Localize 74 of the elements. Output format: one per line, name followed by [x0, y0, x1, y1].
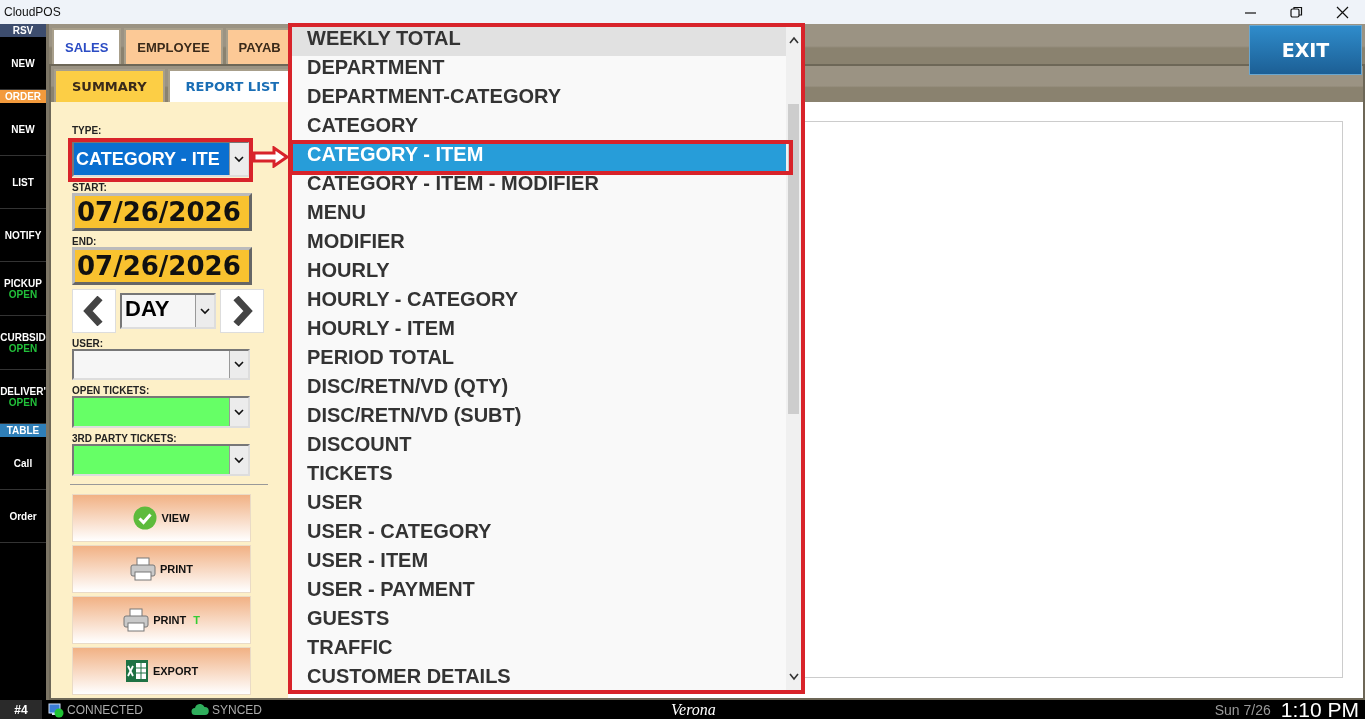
sidebar-button[interactable]: PICKUP OPEN — [0, 277, 46, 300]
sidebar-button[interactable]: DELIVER' OPEN — [0, 385, 46, 408]
scroll-thumb[interactable] — [788, 104, 799, 414]
sidebar-button[interactable]: NEW — [0, 57, 46, 69]
field-label: USER: — [72, 338, 105, 349]
dropdown-field[interactable] — [72, 396, 250, 429]
list-option[interactable]: HOURLY — [292, 259, 786, 288]
list-option[interactable]: USER — [292, 491, 786, 520]
list-option[interactable]: USER - PAYMENT — [292, 578, 786, 607]
field-label: START: — [72, 183, 108, 193]
action-button[interactable]: VIEW — [72, 494, 251, 542]
network-icon — [48, 701, 64, 718]
date-field[interactable]: 07/26/2026 — [72, 193, 252, 231]
section-header: RSV — [0, 24, 46, 37]
list-option[interactable]: DISC/RETN/VD (SUBT) — [292, 404, 786, 433]
action-button[interactable]: PRINT T — [72, 596, 251, 644]
sidebar-button[interactable]: NEW — [0, 123, 46, 135]
previous-button[interactable] — [72, 288, 116, 333]
next-button[interactable] — [220, 288, 264, 333]
list-option[interactable]: GUESTS — [292, 607, 786, 636]
tab[interactable]: SUMMARY — [54, 69, 165, 102]
field-label: OPEN TICKETS: — [72, 386, 151, 397]
sidebar-button[interactable]: Call — [0, 457, 46, 469]
dropdown-field[interactable] — [72, 348, 250, 381]
scrollbar[interactable] — [786, 27, 801, 690]
field-label: END: — [72, 236, 98, 247]
field-label: TYPE: — [72, 126, 103, 136]
list-option[interactable]: MENU — [292, 201, 786, 230]
date-field[interactable]: 07/26/2026 — [72, 246, 252, 285]
list-option[interactable]: CATEGORY — [292, 114, 786, 143]
connection-status: CONNECTED — [67, 702, 143, 717]
scroll-up-icon — [787, 35, 800, 45]
period-select[interactable]: DAY — [120, 292, 216, 329]
list-option[interactable]: HOURLY - ITEM — [292, 317, 786, 346]
dropdown-field[interactable]: CATEGORY - ITE — [72, 141, 250, 177]
list-option[interactable]: USER - CATEGORY — [292, 520, 786, 549]
cloud-icon — [191, 703, 209, 716]
dropdown-field[interactable] — [72, 444, 250, 476]
printer-icon — [130, 557, 156, 581]
sidebar-button[interactable]: NOTIFY — [0, 229, 46, 241]
scroll-down-icon — [787, 672, 800, 682]
status-date: Sun 7/26 — [1214, 701, 1271, 718]
list-option[interactable]: WEEKLY TOTAL — [292, 27, 786, 56]
list-option[interactable]: CUSTOMER DETAILS — [292, 665, 786, 690]
exit-button[interactable]: EXIT — [1249, 25, 1362, 75]
sidebar-button[interactable]: LIST — [0, 176, 46, 188]
sync-status: SYNCED — [212, 702, 263, 717]
window-title: CloudPOS — [3, 5, 61, 19]
list-option[interactable]: USER - ITEM — [292, 549, 786, 578]
printer-icon — [123, 608, 150, 632]
section-header: ORDER — [0, 90, 46, 103]
list-option[interactable]: TICKETS — [292, 462, 786, 491]
check-icon — [133, 506, 158, 530]
list-option[interactable]: HOURLY - CATEGORY — [292, 288, 786, 317]
status-clock: 1:10 PM — [1280, 697, 1359, 719]
field-label: 3RD PARTY TICKETS: — [72, 434, 178, 445]
list-option[interactable]: TRAFFIC — [292, 636, 786, 665]
restore-icon[interactable] — [1288, 4, 1304, 20]
location-name: Verona — [671, 700, 716, 719]
action-button[interactable]: PRINT — [72, 545, 251, 593]
list-option[interactable]: DISC/RETN/VD (QTY) — [292, 375, 786, 404]
sidebar-button[interactable]: Order — [0, 510, 46, 522]
list-option[interactable]: DISCOUNT — [292, 433, 786, 462]
tab[interactable]: SALES — [52, 28, 122, 64]
spreadsheet-icon — [124, 659, 149, 683]
tab[interactable]: EMPLOYEE — [124, 28, 223, 64]
station-number: #4 — [0, 700, 42, 719]
close-icon[interactable] — [1334, 4, 1350, 20]
action-button[interactable]: EXPORT — [72, 647, 251, 695]
section-header: TABLE — [0, 424, 46, 437]
list-option[interactable]: PERIOD TOTAL — [292, 346, 786, 375]
list-option[interactable]: CATEGORY - ITEM - MODIFIER — [292, 172, 786, 201]
list-option[interactable]: MODIFIER — [292, 230, 786, 259]
sidebar-button[interactable]: CURBSID OPEN — [0, 331, 46, 354]
